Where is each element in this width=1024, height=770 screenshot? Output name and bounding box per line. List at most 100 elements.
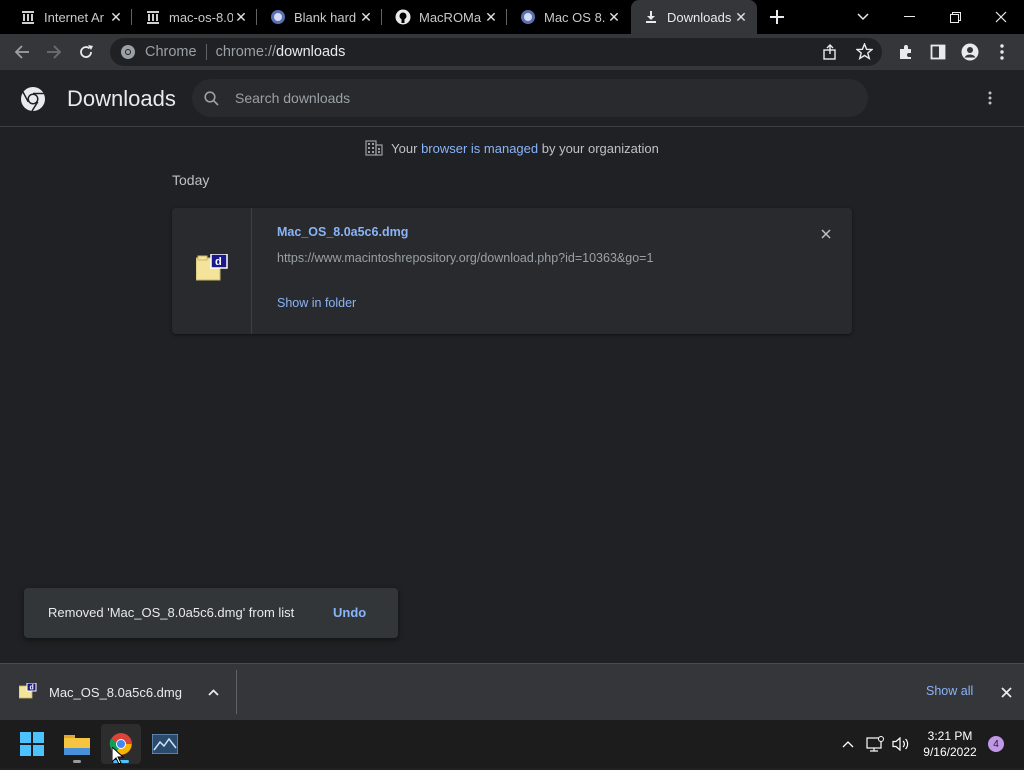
forward-button[interactable] — [40, 38, 68, 66]
downloads-header: Downloads — [0, 70, 1024, 127]
close-tab-icon[interactable]: ✕ — [606, 9, 622, 25]
tab-internet-archive[interactable]: Internet Ar ✕ — [8, 0, 132, 34]
chrome-menu-button[interactable] — [988, 38, 1016, 66]
side-panel-icon — [930, 44, 946, 60]
network-icon[interactable] — [864, 734, 886, 754]
svg-text:d: d — [215, 256, 222, 268]
managed-notice: Your browser is managed by your organiza… — [0, 140, 1024, 159]
file-explorer-taskbar-button[interactable] — [57, 724, 97, 764]
volume-icon[interactable] — [890, 734, 912, 754]
image-viewer-icon — [152, 734, 178, 754]
show-all-button[interactable]: Show all — [926, 684, 973, 698]
download-filename-link[interactable]: Mac_OS_8.0a5c6.dmg — [277, 225, 408, 239]
show-in-folder-link[interactable]: Show in folder — [277, 296, 356, 310]
back-button[interactable] — [8, 38, 36, 66]
remove-download-button[interactable] — [816, 224, 836, 244]
close-icon — [1000, 686, 1012, 698]
site-label: Chrome — [145, 44, 197, 60]
page-title: Downloads — [67, 86, 176, 111]
reload-button[interactable] — [72, 38, 100, 66]
notification-badge[interactable]: 4 — [988, 736, 1004, 752]
tab-title: Internet Ar — [44, 9, 104, 25]
chrome-logo-icon — [20, 86, 46, 117]
profile-button[interactable] — [956, 38, 984, 66]
removed-toast: Removed 'Mac_OS_8.0a5c6.dmg' from list U… — [24, 588, 398, 638]
svg-text:d: d — [30, 685, 34, 692]
download-shelf: d Mac_OS_8.0a5c6.dmg Show all — [0, 663, 1024, 720]
windows-taskbar: 3:21 PM 9/16/2022 4 — [0, 720, 1024, 768]
restore-icon — [949, 11, 961, 23]
date-header: Today — [172, 172, 210, 188]
clock-time: 3:21 PM — [927, 729, 973, 743]
archive-icon — [20, 9, 36, 25]
close-tab-icon[interactable]: ✕ — [108, 9, 124, 25]
search-input[interactable] — [235, 90, 835, 106]
minimize-icon — [903, 16, 915, 17]
tab-separator — [256, 9, 257, 25]
close-icon — [821, 229, 831, 239]
shelf-item-menu-button[interactable] — [203, 682, 223, 702]
extensions-button[interactable] — [892, 38, 920, 66]
running-indicator — [73, 760, 81, 763]
kebab-menu-icon — [988, 91, 992, 105]
chevron-up-icon — [207, 688, 219, 696]
taskbar-clock[interactable]: 3:21 PM 9/16/2022 — [918, 728, 982, 760]
site-chip[interactable]: Chrome — [120, 44, 197, 60]
omnibox-divider — [205, 44, 207, 60]
mouse-cursor-icon — [111, 745, 125, 770]
tab-mac-os-8[interactable]: Mac OS 8.0 ✕ — [508, 0, 630, 34]
managed-text-suffix: by your organization — [538, 141, 659, 156]
forward-arrow-icon — [47, 45, 62, 59]
search-downloads[interactable] — [192, 79, 868, 117]
tab-title: MacROMa — [419, 9, 482, 25]
close-shelf-button[interactable] — [996, 682, 1016, 702]
plus-icon — [770, 10, 784, 24]
restore-button[interactable] — [932, 0, 978, 34]
folder-icon — [64, 735, 90, 755]
tab-search-button[interactable] — [840, 0, 886, 34]
profile-icon — [961, 43, 979, 61]
close-tab-icon[interactable]: ✕ — [233, 9, 249, 25]
archive-icon — [145, 9, 161, 25]
managed-text-prefix: Your — [391, 141, 422, 156]
shelf-divider — [236, 670, 237, 714]
tab-mac-os-archive[interactable]: mac-os-8.0 ✕ — [133, 0, 257, 34]
close-tab-icon[interactable]: ✕ — [358, 9, 374, 25]
undo-button[interactable]: Undo — [333, 605, 366, 620]
tab-separator — [506, 9, 507, 25]
tab-title: Downloads — [667, 9, 732, 25]
close-icon — [995, 11, 1007, 23]
tab-title: mac-os-8.0 — [169, 9, 233, 25]
windows-logo-icon — [20, 732, 44, 756]
chrome-icon — [121, 45, 135, 59]
new-tab-button[interactable] — [760, 0, 794, 34]
back-arrow-icon — [14, 45, 29, 59]
site-icon — [520, 9, 536, 25]
url-text: chrome://downloads — [215, 44, 346, 60]
tab-downloads[interactable]: Downloads ✕ — [631, 0, 757, 34]
managed-link[interactable]: browser is managed — [421, 141, 538, 156]
bookmark-star-icon[interactable] — [855, 42, 874, 65]
file-icon-column: d — [172, 208, 252, 334]
close-window-button[interactable] — [978, 0, 1024, 34]
side-panel-button[interactable] — [924, 38, 952, 66]
minimize-button[interactable] — [886, 0, 932, 34]
tab-separator — [131, 9, 132, 25]
toast-message: Removed 'Mac_OS_8.0a5c6.dmg' from list — [48, 605, 295, 620]
share-icon[interactable] — [822, 44, 838, 65]
download-item: d Mac_OS_8.0a5c6.dmg https://www.macinto… — [172, 208, 852, 334]
close-tab-icon[interactable]: ✕ — [483, 9, 499, 25]
tab-strip: Internet Ar ✕ mac-os-8.0 ✕ Blank hard ✕ … — [0, 0, 1024, 34]
browser-toolbar: Chrome chrome://downloads — [0, 34, 1024, 70]
start-button[interactable] — [12, 724, 52, 764]
chevron-up-icon — [842, 740, 854, 747]
photos-taskbar-button[interactable] — [145, 724, 185, 764]
address-bar[interactable]: Chrome chrome://downloads — [110, 38, 882, 66]
tab-macromanager-github[interactable]: MacROMa ✕ — [383, 0, 507, 34]
show-hidden-icons-button[interactable] — [838, 734, 858, 754]
close-tab-icon[interactable]: ✕ — [733, 9, 749, 25]
shelf-filename[interactable]: Mac_OS_8.0a5c6.dmg — [49, 685, 182, 700]
downloads-menu-button[interactable] — [980, 88, 1000, 108]
tab-blank-hard[interactable]: Blank hard ✕ — [258, 0, 382, 34]
download-url[interactable]: https://www.macintoshrepository.org/down… — [277, 251, 653, 265]
